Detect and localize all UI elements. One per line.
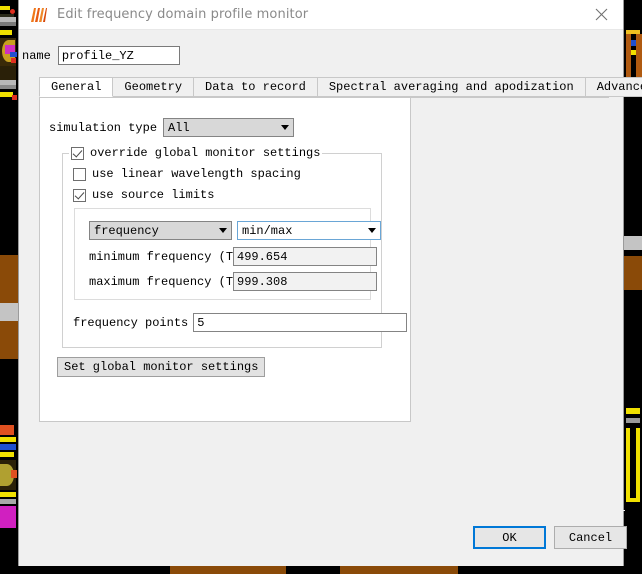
use-source-limits-checkbox[interactable]: use source limits	[73, 188, 214, 202]
override-global-monitor-settings-label: override global monitor settings	[90, 146, 321, 160]
backdrop-band	[0, 22, 16, 26]
frequency-points-input[interactable]	[193, 313, 408, 332]
name-input[interactable]	[57, 46, 180, 65]
lumerical-logo-icon	[30, 5, 48, 24]
use-linear-wavelength-spacing-label: use linear wavelength spacing	[92, 167, 301, 181]
backdrop-band	[636, 428, 640, 502]
use-source-limits-label: use source limits	[92, 188, 215, 202]
backdrop-band	[0, 303, 18, 321]
name-label: name	[22, 48, 51, 63]
backdrop-band	[626, 498, 640, 502]
edit-monitor-dialog: Edit frequency domain profile monitor na…	[18, 0, 642, 566]
tab-strip: General Geometry Data to record Spectral…	[39, 77, 642, 98]
minimum-frequency-input[interactable]	[233, 247, 377, 266]
backdrop-band	[0, 452, 14, 457]
backdrop-band	[170, 566, 286, 574]
frequency-domain-value: frequency	[94, 223, 159, 238]
chevron-down-icon	[215, 228, 231, 233]
close-icon[interactable]	[579, 0, 623, 29]
ok-button[interactable]: OK	[473, 526, 546, 549]
frequency-range-mode-select[interactable]: min/max	[237, 221, 381, 240]
tab-page-general: simulation type All override global moni…	[39, 97, 411, 422]
backdrop-band	[0, 425, 14, 435]
override-global-monitor-settings-group: override global monitor settings use lin…	[62, 145, 408, 348]
tab-geometry[interactable]: Geometry	[112, 77, 195, 97]
dialog-body: name General Geometry Data to record Spe…	[19, 30, 642, 566]
override-global-monitor-settings-checkbox[interactable]: override global monitor settings	[71, 146, 320, 160]
name-row: name	[19, 46, 180, 65]
backdrop-band	[0, 85, 16, 89]
cancel-button[interactable]: Cancel	[554, 526, 627, 549]
frequency-domain-select[interactable]: frequency	[89, 221, 232, 240]
backdrop-band	[0, 499, 16, 504]
minimum-frequency-row: minimum frequency (THz)	[89, 247, 377, 266]
chevron-down-icon	[277, 125, 293, 130]
backdrop-band	[0, 321, 18, 359]
backdrop-band	[0, 6, 10, 10]
checkbox-box	[73, 188, 86, 202]
use-linear-wavelength-spacing-checkbox[interactable]: use linear wavelength spacing	[73, 167, 301, 181]
backdrop-band	[0, 30, 12, 35]
simulation-type-label: simulation type	[49, 120, 158, 135]
backdrop-band	[0, 66, 16, 80]
backdrop-band	[624, 236, 642, 250]
backdrop-band	[0, 255, 18, 303]
backdrop-band	[626, 428, 630, 502]
frequency-range-mode-value: min/max	[242, 223, 293, 238]
backdrop-band	[11, 470, 17, 478]
maximum-frequency-input[interactable]	[233, 272, 377, 291]
chevron-down-icon	[364, 228, 380, 233]
window-title: Edit frequency domain profile monitor	[57, 7, 309, 22]
frequency-points-row: frequency points	[73, 313, 408, 332]
tab-data-to-record[interactable]: Data to record	[193, 77, 318, 97]
backdrop-band	[626, 408, 640, 414]
simulation-type-value: All	[168, 120, 190, 135]
tab-spectral-averaging-and-apodization[interactable]: Spectral averaging and apodization	[316, 77, 586, 97]
frequency-combo-row: frequency min/max	[89, 221, 381, 240]
checkbox-box	[71, 146, 84, 160]
backdrop-band	[0, 566, 642, 574]
checkbox-box	[73, 167, 86, 181]
override-global-monitor-settings-checkbox-row[interactable]: override global monitor settings	[69, 145, 323, 161]
backdrop-band	[0, 437, 16, 442]
backdrop-band	[10, 52, 17, 57]
simulation-type-row: simulation type All	[49, 118, 295, 137]
frequency-points-label: frequency points	[73, 315, 189, 330]
backdrop-band	[12, 95, 17, 100]
simulation-type-select[interactable]: All	[163, 118, 295, 137]
backdrop-band	[0, 444, 16, 450]
backdrop-band	[11, 58, 16, 63]
minimum-frequency-label: minimum frequency (THz)	[89, 249, 255, 264]
backdrop-band	[626, 418, 640, 423]
maximum-frequency-row: maximum frequency (THz)	[89, 272, 377, 291]
backdrop-band	[0, 506, 16, 528]
tab-advanced[interactable]: Advanced	[584, 77, 642, 97]
set-global-monitor-settings-button[interactable]: Set global monitor settings	[57, 357, 266, 377]
backdrop-band	[0, 492, 16, 497]
backdrop-band	[624, 256, 642, 290]
title-bar: Edit frequency domain profile monitor	[19, 0, 623, 30]
footer-separator	[19, 510, 625, 511]
maximum-frequency-label: maximum frequency (THz)	[89, 274, 255, 289]
frequency-range-group: frequency min/max minimum frequency (THz…	[74, 208, 381, 300]
tab-general[interactable]: General	[39, 77, 114, 97]
backdrop-band	[340, 566, 458, 574]
backdrop-band	[636, 34, 642, 82]
